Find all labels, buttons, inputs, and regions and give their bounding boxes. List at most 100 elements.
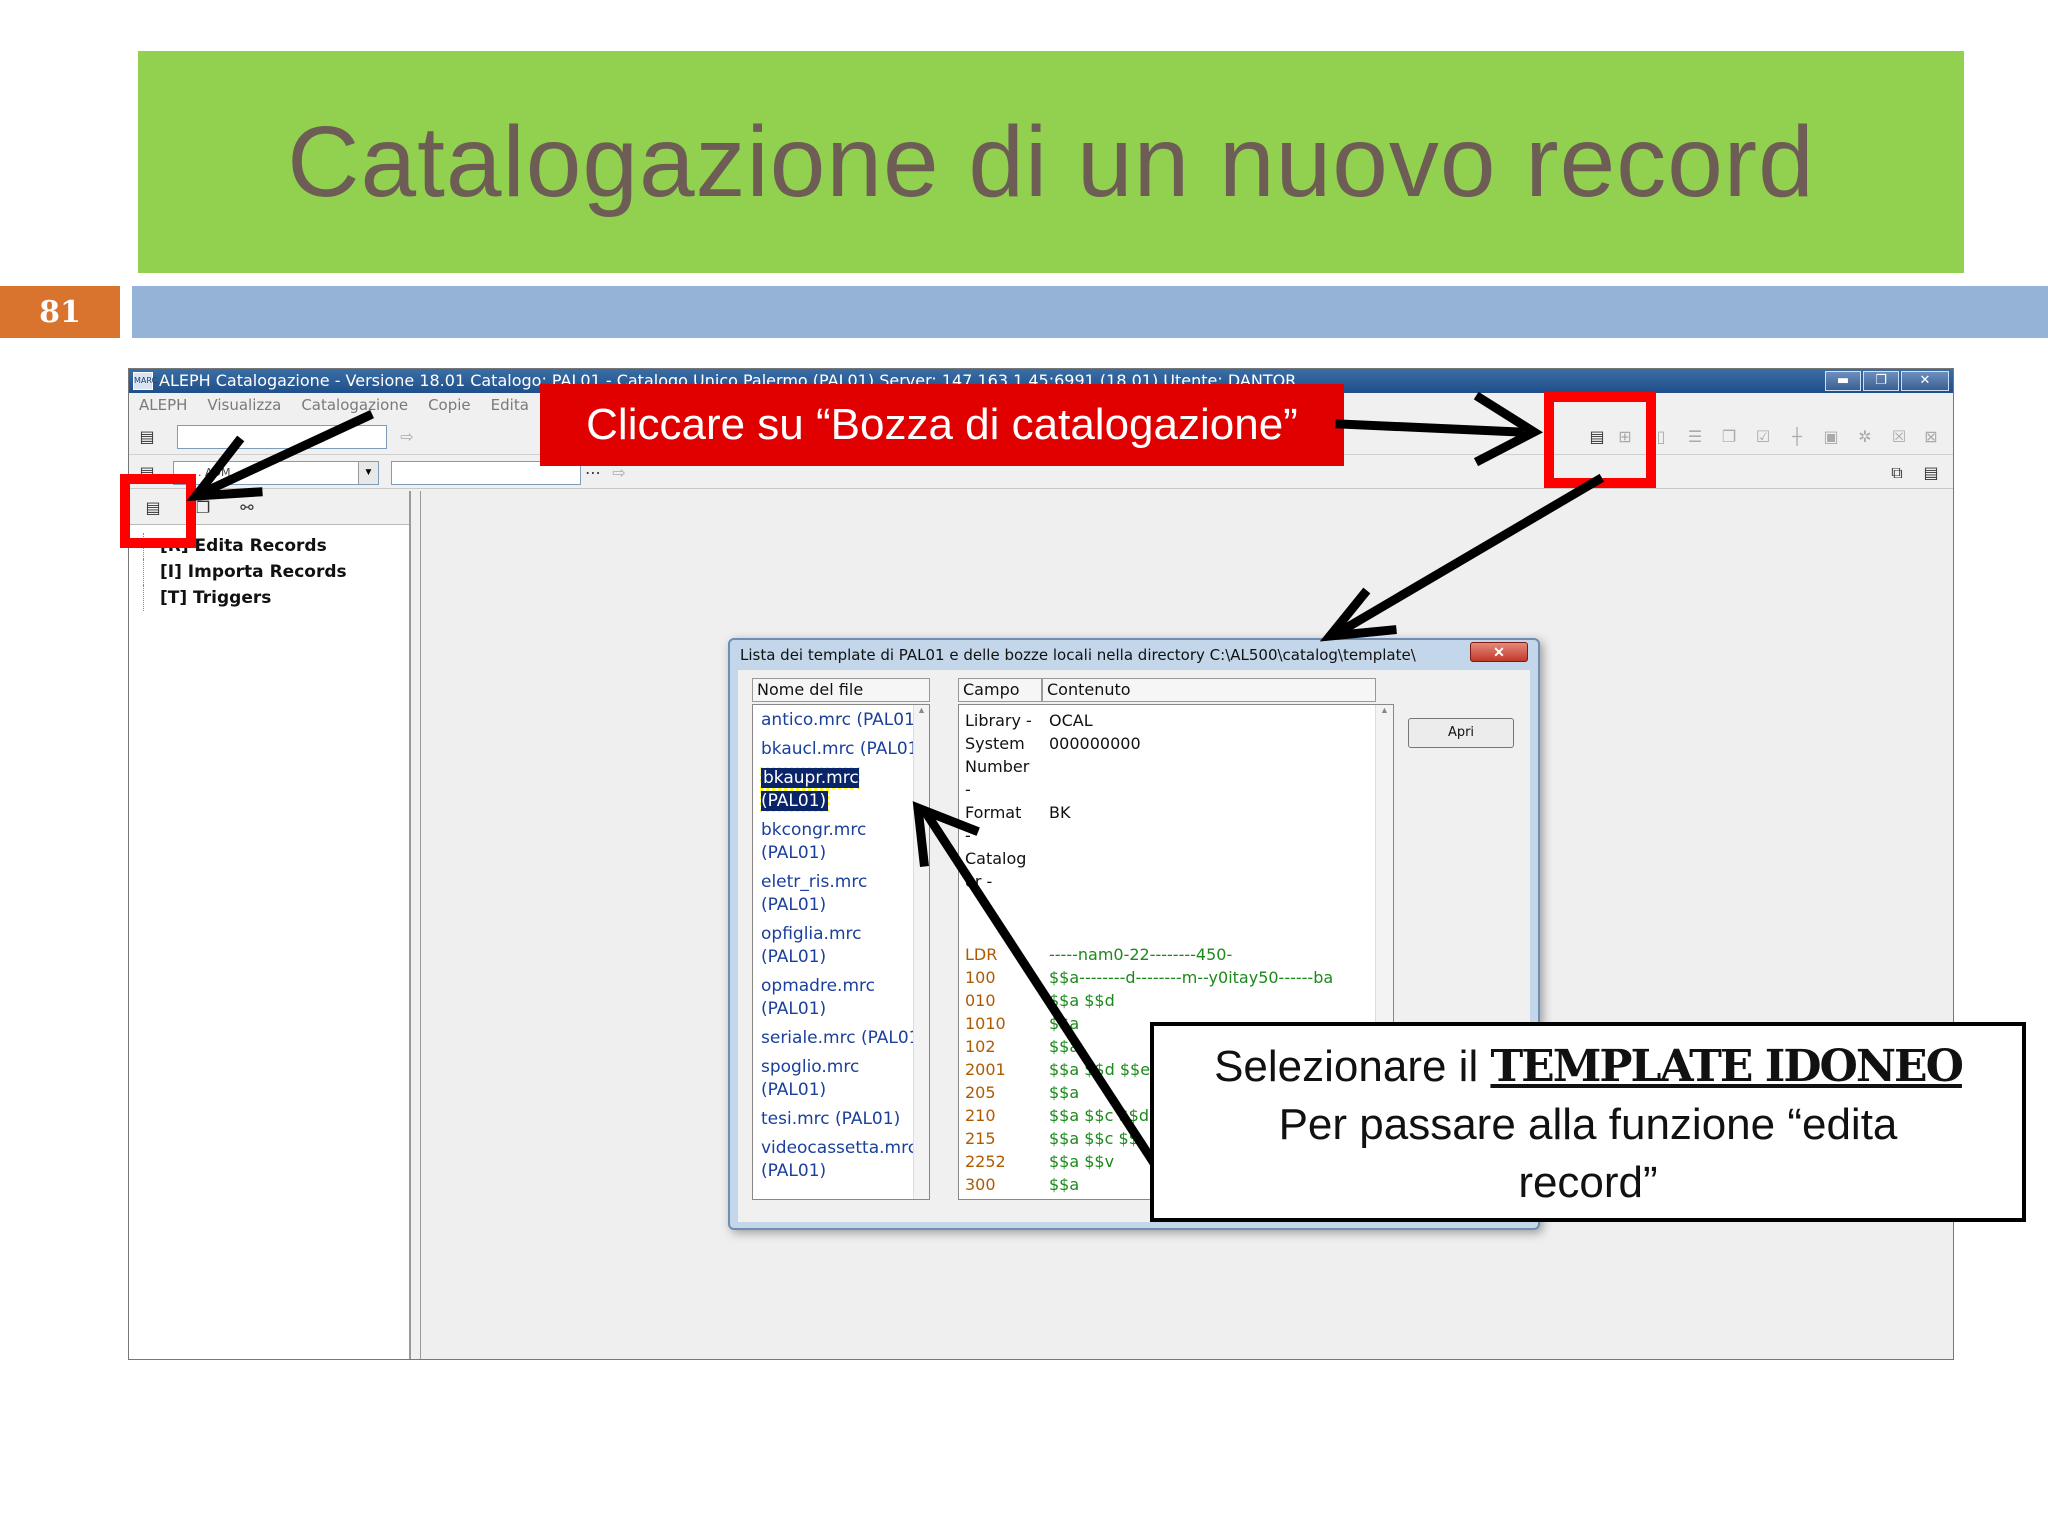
note-line-2: Per passare alla funzione “edita [1278,1100,1898,1149]
preview-header-label: System [965,734,1025,753]
preview-header-label: Library - [965,711,1032,730]
marc-field-value: $$a $$d [1049,991,1115,1010]
menu-visualizza[interactable]: Visualizza [207,393,281,417]
marc-field-tag[interactable]: 205 [965,1083,996,1102]
template-file-item[interactable]: bkcongr.mrc (PAL01) [753,819,929,865]
delete-icon[interactable]: ☒ [1887,425,1911,449]
preview-header-label: Number [965,757,1030,776]
marc-field-tag[interactable]: 010 [965,991,996,1010]
field-column-header[interactable]: Campo [958,678,1042,702]
chevron-down-icon[interactable]: ▼ [358,462,378,484]
marc-field-value: $$a $$c $$ [1049,1129,1139,1148]
open-button[interactable]: Apri [1408,718,1514,748]
marc-icon[interactable]: ▣ [1819,425,1843,449]
preview-header-value: BK [1049,803,1071,822]
file-list-scrollbar[interactable]: ▲ [913,705,929,1199]
marc-field-tag[interactable]: 300 [965,1175,996,1194]
go-arrow-icon[interactable]: ⇨ [395,425,419,449]
marc-field-tag[interactable]: 1010 [965,1014,1006,1033]
menu-copie[interactable]: Copie [428,393,471,417]
template-file-list: antico.mrc (PAL01) bkaucl.mrc (PAL01) bkau… [752,704,930,1200]
marc-field-value: $$a [1049,1014,1080,1033]
tree-item-triggers[interactable]: [T] Triggers [143,585,347,611]
template-file-item[interactable]: videocassetta.mrc (PAL01) [753,1137,929,1183]
title-band: Catalogazione di un nuovo record [138,51,1964,273]
preview-header-label: er - [965,872,993,891]
gear-icon[interactable]: ✲ [1853,425,1877,449]
marc-field-tag[interactable]: 210 [965,1106,996,1125]
header-divider-band [132,286,2048,338]
library-combo[interactable]: . ADM ▼ [173,461,379,485]
instruction-banner: Cliccare su “Bozza di catalogazione” [540,384,1344,466]
marc-field-value: $$a [1049,1037,1080,1056]
minimize-button[interactable]: ▬ [1825,371,1861,391]
template-file-item[interactable]: opmadre.mrc (PAL01) [753,975,929,1021]
panel-splitter[interactable] [411,491,421,1359]
highlight-toolbar-box [1544,392,1656,488]
library-combo-value: . ADM [198,466,231,479]
split-icon[interactable]: ┼ [1785,425,1809,449]
note-line-1: Selezionare il TEMPLATE IDONEO [1154,1038,2022,1096]
close-button[interactable]: ✕ [1901,371,1949,391]
file-column-header[interactable]: Nome del file [752,678,930,702]
marc-field-tag[interactable]: 215 [965,1129,996,1148]
marc-field-tag[interactable]: 100 [965,968,996,987]
note-line-3: record” [1518,1158,1658,1207]
form-icon[interactable]: ▤ [1919,461,1943,485]
marc-field-value: $$1 $$a $$v [1049,1198,1150,1199]
marc-field-tag[interactable]: 2001 [965,1060,1006,1079]
marc-field-value: $$a $$d $$e [1049,1060,1151,1079]
marc-field-value: $$a [1049,1083,1080,1102]
template-file-item[interactable]: seriale.mrc (PAL01) [753,1027,929,1050]
template-file-item[interactable]: bkaucl.mrc (PAL01) [753,738,929,761]
binoculars-icon[interactable]: ⚯ [235,496,259,520]
copy-icon[interactable]: ❐ [1717,425,1741,449]
marc-field-tag[interactable]: 2252 [965,1152,1006,1171]
template-file-item[interactable]: opfiglia.mrc (PAL01) [753,923,929,969]
template-file-name: bkaupr.mrc (PAL01) [760,767,860,812]
content-column-header[interactable]: Contenuto [1042,678,1376,702]
marc-field-tag[interactable]: 410 0 [965,1198,1011,1199]
menu-catalogazione[interactable]: Catalogazione [301,393,408,417]
dialog-title: Lista dei template di PAL01 e delle bozz… [740,646,1416,664]
window-controls: ▬ ❐ ✕ [1825,371,1949,391]
marc-field-tag[interactable]: LDR [965,945,997,964]
list-icon[interactable]: ☰ [1683,425,1707,449]
search-input[interactable] [177,425,387,449]
template-file-name: tesi.mrc (PAL01) [761,1109,901,1129]
menu-aleph[interactable]: ALEPH [139,393,187,417]
tree-item-importa-records[interactable]: [I] Importa Records [143,559,347,585]
template-file-name: (PAL01) [761,843,827,863]
template-file-item[interactable]: bkaupr.mrc (PAL01) [753,767,929,813]
template-file-name: bkcongr.mrc [761,820,867,840]
window-icon[interactable]: ⧉ [1885,461,1909,485]
close-record-icon[interactable]: ⊠ [1919,425,1943,449]
record-icon[interactable]: ▤ [135,425,159,449]
template-file-item[interactable]: spoglio.mrc (PAL01) [753,1056,929,1102]
preview-header-label: - [965,826,971,845]
template-file-item[interactable]: eletr_ris.mrc (PAL01) [753,871,929,917]
template-file-name: opfiglia.mrc (PAL01) [761,924,862,967]
maximize-button[interactable]: ❐ [1863,371,1899,391]
highlight-tab-box [120,474,196,548]
template-file-name: (PAL01) [761,1161,827,1181]
template-file-item[interactable]: tesi.mrc (PAL01) [753,1108,929,1131]
marc-field-value: $$a $$c $$d [1049,1106,1150,1125]
dialog-close-button[interactable]: ✕ [1470,642,1528,662]
preview-header-label: - [965,780,971,799]
page-number: 81 [0,286,120,338]
template-file-name: (PAL01) [761,999,827,1019]
template-file-name: seriale.mrc (PAL01) [761,1028,927,1048]
marc-field-tag[interactable]: 102 [965,1037,996,1056]
template-file-name: spoglio.mrc (PAL01) [761,1057,860,1100]
template-file-name: videocassetta.mrc [761,1138,918,1158]
check-icon[interactable]: ☑ [1751,425,1775,449]
marc-field-value: $$a--------d--------m--y0itay50------ba [1049,968,1334,987]
template-file-name: eletr_ris.mrc [761,872,868,892]
note-strong: TEMPLATE IDONEO [1490,1041,1963,1092]
template-file-item[interactable]: antico.mrc (PAL01) [753,709,929,732]
note-prefix: Selezionare il [1214,1042,1491,1091]
menu-edita[interactable]: Edita [491,393,529,417]
template-file-name: (PAL01) [761,895,827,915]
template-file-name: opmadre.mrc [761,976,875,996]
